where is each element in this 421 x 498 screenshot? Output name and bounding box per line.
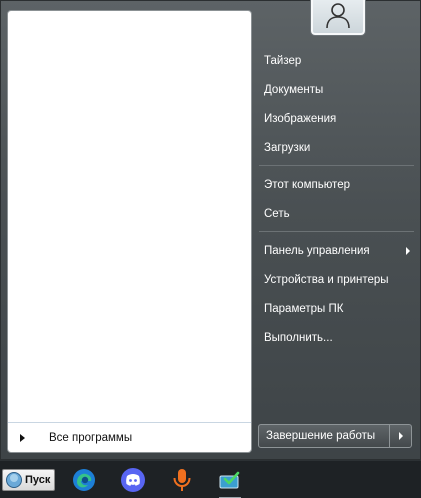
menu-item-label: Панель управления xyxy=(264,245,370,257)
shutdown-options-button[interactable] xyxy=(389,425,411,447)
menu-item-label: Тайзер xyxy=(264,55,302,67)
taskbar-app-voice[interactable] xyxy=(167,466,197,494)
user-avatar[interactable] xyxy=(311,0,365,35)
menu-item-downloads[interactable]: Загрузки xyxy=(258,135,416,161)
menu-item-label: Выполнить... xyxy=(264,332,333,344)
menu-item-network[interactable]: Сеть xyxy=(258,201,416,227)
taskbar-app-edge[interactable] xyxy=(69,466,99,494)
shutdown-button[interactable]: Завершение работы xyxy=(259,425,389,447)
menu-item-pictures[interactable]: Изображения xyxy=(258,106,416,132)
menu-item-label: Загрузки xyxy=(264,142,311,154)
tablet-app-icon xyxy=(219,471,240,489)
menu-item-label: Сеть xyxy=(264,208,290,220)
windows-orb-icon xyxy=(6,472,22,488)
submenu-arrow-icon xyxy=(406,247,410,255)
all-programs-label: Все программы xyxy=(49,431,133,444)
menu-item-computer[interactable]: Этот компьютер xyxy=(258,172,416,198)
all-programs-button[interactable]: Все программы xyxy=(8,422,251,452)
edge-icon xyxy=(73,469,95,491)
menu-item-label: Изображения xyxy=(264,113,337,125)
user-icon xyxy=(326,3,350,29)
start-label: Пуск xyxy=(25,474,51,486)
taskbar: Пуск xyxy=(0,460,421,498)
start-menu: Все программы Тайзер Документы Изображен… xyxy=(0,0,421,460)
menu-item-documents[interactable]: Документы xyxy=(258,77,416,103)
taskbar-app-discord[interactable] xyxy=(118,466,148,494)
chevron-right-icon xyxy=(398,432,403,440)
expand-arrow-icon xyxy=(20,433,25,442)
discord-icon xyxy=(121,468,145,492)
menu-item-run[interactable]: Выполнить... xyxy=(258,325,416,351)
menu-item-label: Устройства и принтеры xyxy=(264,274,389,286)
menu-item-label: Этот компьютер xyxy=(264,179,350,191)
menu-item-label: Документы xyxy=(264,84,324,96)
shutdown-button-group: Завершение работы xyxy=(258,424,412,448)
start-button[interactable]: Пуск xyxy=(2,469,55,491)
menu-separator xyxy=(259,231,414,232)
menu-item-devices-printers[interactable]: Устройства и принтеры xyxy=(258,267,416,293)
menu-item-label: Параметры ПК xyxy=(264,303,344,315)
menu-separator xyxy=(259,165,414,166)
menu-item-control-panel[interactable]: Панель управления xyxy=(258,238,416,264)
programs-pane: Все программы xyxy=(7,10,252,453)
menu-item-pc-settings[interactable]: Параметры ПК xyxy=(258,296,416,322)
taskbar-app-tablet[interactable] xyxy=(215,466,245,498)
shutdown-label: Завершение работы xyxy=(266,430,376,442)
microphone-icon xyxy=(173,469,191,491)
menu-item-user[interactable]: Тайзер xyxy=(258,48,416,74)
